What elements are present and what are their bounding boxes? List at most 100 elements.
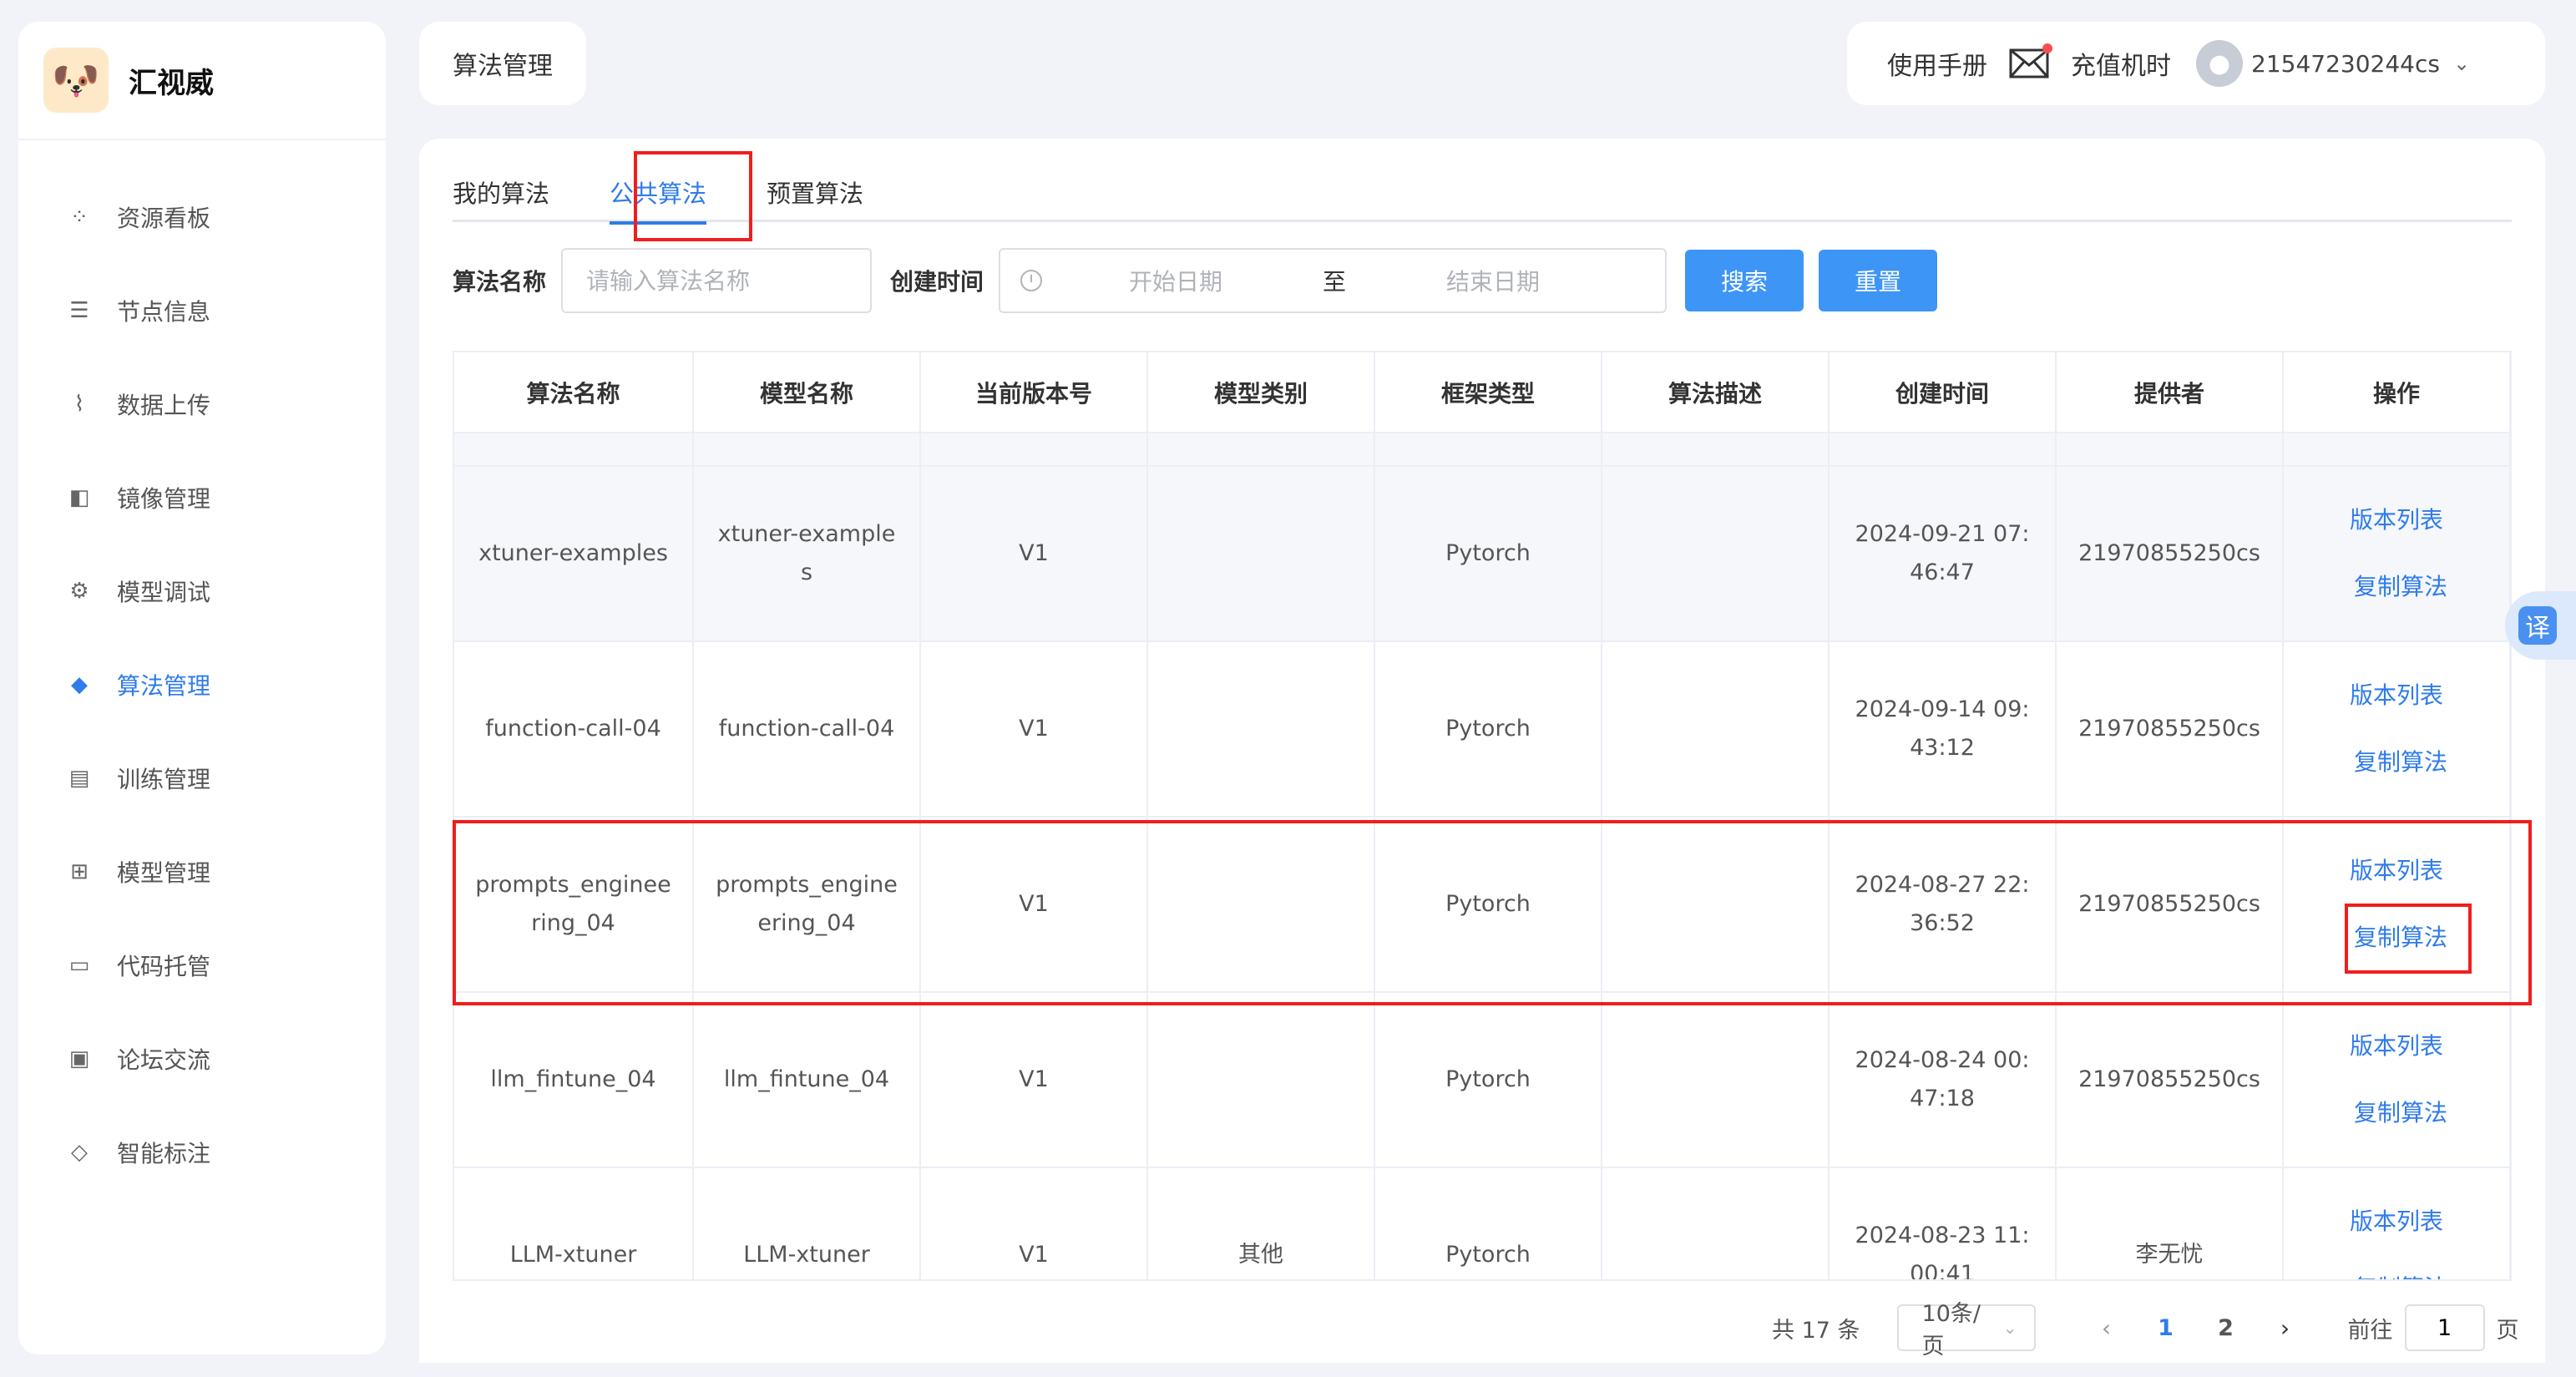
goto-label: 前往 [2347,1317,2393,1344]
cell-model-name: xtuner-examples [693,466,921,642]
copy-algorithm-link[interactable]: 复制算法 [2304,919,2489,957]
prev-page-button[interactable]: ‹ [2078,1314,2136,1342]
sidebar-item-upload[interactable]: ⌇ 数据上传 [18,357,386,451]
manual-link[interactable]: 使用手册 [1887,45,1987,82]
sidebar-item-label: 数据上传 [117,392,211,419]
cell-provider: 李无忧 [2056,1167,2284,1279]
sidebar-item-mirror[interactable]: ◧ 镜像管理 [18,451,386,544]
sidebar-item-debug[interactable]: ⚙ 模型调试 [18,544,386,638]
list-icon: ▤ [68,766,90,791]
cell-description [1602,466,1830,642]
page-number[interactable]: 2 [2196,1315,2256,1341]
chat-icon: ▣ [68,1046,90,1071]
cell-version: V1 [920,641,1148,818]
cell-algorithm-name: function-call-04 [454,641,694,818]
translate-icon: 译 [2518,606,2557,645]
page-unit-label: 页 [2496,1317,2519,1344]
page-size-value: 10条/页 [1921,1301,1981,1359]
sidebar-item-algorithm[interactable]: ◆ 算法管理 [18,638,386,732]
version-list-link[interactable]: 版本列表 [2304,1027,2489,1066]
username[interactable]: 21547230244cs [2251,50,2440,78]
sliders-icon: ☰ [69,298,89,323]
mail-icon[interactable] [2009,43,2052,78]
breadcrumb: 算法管理 [419,22,586,105]
sidebar-item-training[interactable]: ▤ 训练管理 [18,732,386,825]
time-filter-label: 创建时间 [890,268,984,296]
cell-model-category [1147,641,1375,818]
copy-algorithm-link[interactable]: 复制算法 [2304,568,2489,606]
range-separator: 至 [1323,268,1347,296]
avatar[interactable]: ● [2196,40,2243,87]
cell-model-category: 其他 [1147,1167,1375,1279]
algorithm-tabs: 我的算法 公共算法 预置算法 [453,162,2512,225]
cell-algorithm-name: LLM-xtuner [454,1167,694,1279]
cell-description [1602,992,1830,1168]
cell-algorithm-name: prompts_engineering_04 [454,817,694,993]
grid-icon: ⊞ [70,859,89,884]
cell-version: V1 [920,817,1148,993]
page-jump: 前往 页 [2348,1304,2519,1351]
page-size-select[interactable]: 10条/页 ⌄ [1896,1301,2036,1359]
reset-button[interactable]: 重置 [1819,250,1938,311]
sidebar-item-nodes[interactable]: ☰ 节点信息 [18,264,386,357]
cell-model-category [1147,466,1375,642]
version-list-link[interactable]: 版本列表 [2304,1202,2489,1241]
sidebar-item-resource[interactable]: ⁘ 资源看板 [18,170,386,264]
chevron-down-icon[interactable]: ⌄ [2453,52,2470,75]
sidebar-item-forum[interactable]: ▣ 论坛交流 [18,1012,386,1106]
cell-framework: Pytorch [1374,1167,1602,1279]
sidebar-item-annotation[interactable]: ◇ 智能标注 [18,1106,386,1199]
chart-icon: ⌇ [73,392,85,417]
tab-my-algorithms[interactable]: 我的算法 [453,162,549,222]
gear-icon: ⚙ [69,579,89,604]
mirror-icon: ◧ [68,485,90,510]
brand[interactable]: 🐶 汇视威 [18,22,386,140]
clock-icon [1020,270,1043,291]
cell-description [1602,817,1830,993]
column-header: 模型类别 [1147,352,1375,433]
dog-logo-icon: 🐶 [43,48,109,113]
cell-actions: 版本列表 复制算法 [2283,641,2510,818]
tab-preset-algorithms[interactable]: 预置算法 [767,162,863,222]
table-row-partial [454,433,2510,467]
sidebar: 🐶 汇视威 ⁘ 资源看板 ☰ 节点信息 ⌇ 数据上传 ◧ 镜像管理 ⚙ 模型调试 ◆ 算法管… [18,22,386,1354]
algorithm-name-input[interactable] [561,248,873,313]
cell-created-time: 2024-08-27 22:36:52 [1829,817,2057,993]
sidebar-item-label: 节点信息 [117,298,211,326]
table-row: function-call-04 function-call-04 V1 Pyt… [454,641,2510,818]
column-header: 模型名称 [693,352,921,433]
cell-framework: Pytorch [1374,641,1602,818]
translate-button[interactable]: 译 [2505,591,2576,660]
algorithm-table: 算法名称 模型名称 当前版本号 模型类别 框架类型 算法描述 创建时间 提供者 … [453,351,2512,1281]
end-date-field[interactable]: 结束日期 [1384,264,1602,297]
next-page-button[interactable]: › [2256,1314,2315,1342]
copy-algorithm-link[interactable]: 复制算法 [2304,1269,2489,1279]
search-button[interactable]: 搜索 [1685,250,1804,311]
cell-created-time: 2024-08-23 11:00:41 [1829,1167,2057,1279]
cell-model-category [1147,992,1375,1168]
cube-icon: ◆ [71,672,88,697]
copy-algorithm-link[interactable]: 复制算法 [2304,1094,2489,1132]
page-jump-input[interactable] [2404,1304,2485,1351]
version-list-link[interactable]: 版本列表 [2304,852,2489,890]
sidebar-item-label: 模型调试 [117,579,211,606]
sidebar-item-code[interactable]: ▭ 代码托管 [18,919,386,1012]
tag-icon: ◇ [71,1140,88,1165]
sidebar-item-label: 模型管理 [117,859,211,887]
cell-model-name: LLM-xtuner [693,1167,921,1279]
brand-name: 汇视威 [129,66,214,100]
date-range-picker[interactable]: 开始日期 至 结束日期 [999,248,1668,313]
sidebar-item-label: 资源看板 [117,205,211,232]
total-count: 共 17 条 [1772,1317,1860,1344]
version-list-link[interactable]: 版本列表 [2304,501,2489,539]
page-number[interactable]: 1 [2136,1315,2196,1341]
cell-algorithm-name: xtuner-examples [454,466,694,642]
recharge-link[interactable]: 充值机时 [2071,45,2171,82]
start-date-field[interactable]: 开始日期 [1067,264,1284,297]
sidebar-item-label: 算法管理 [117,672,211,700]
sidebar-item-model[interactable]: ⊞ 模型管理 [18,825,386,919]
copy-algorithm-link[interactable]: 复制算法 [2304,743,2489,782]
tab-public-algorithms[interactable]: 公共算法 [610,162,707,225]
version-list-link[interactable]: 版本列表 [2304,676,2489,715]
cell-framework: Pytorch [1374,992,1602,1168]
